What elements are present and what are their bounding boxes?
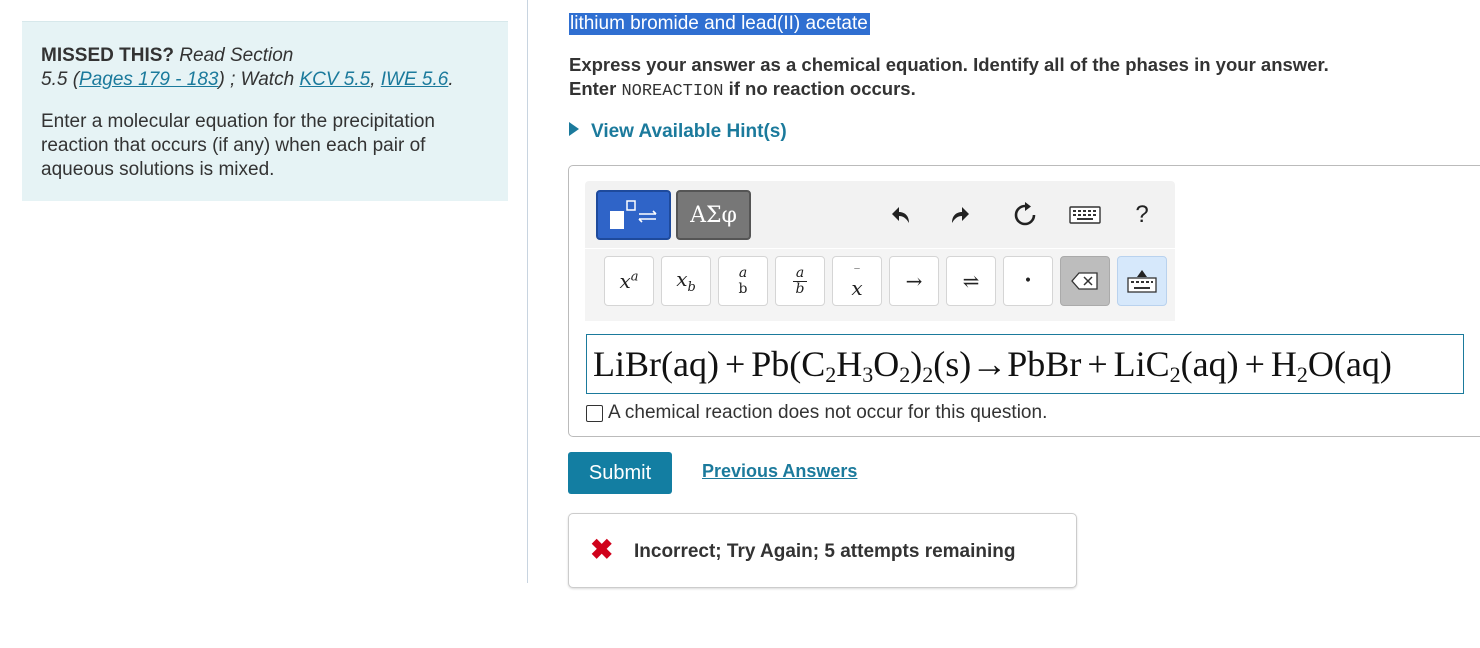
no-reaction-checkbox[interactable] (586, 404, 603, 422)
submit-button[interactable]: Submit (568, 452, 672, 494)
part-title-selected: lithium bromide and lead(II) acetate (569, 13, 870, 35)
instruction-line-2: Enter NOREACTION if no reaction occurs. (569, 77, 1329, 104)
period: . (448, 69, 454, 90)
vector-x: x (851, 276, 863, 300)
pages-link[interactable]: Pages 179 - 183 (79, 69, 218, 90)
show-keyboard-key[interactable] (1117, 256, 1167, 306)
keyboard-icon (1127, 276, 1157, 293)
answer-box: ΑΣφ ? xa xb a b ab ‾ x → ⇌ • LiBr(aq) + … (568, 165, 1480, 437)
caret-up-icon (1137, 269, 1147, 277)
fraction-numerator: a (738, 265, 748, 281)
watch-text: ) ; Watch (218, 69, 295, 90)
reading-references: MISSED THIS? Read Section 5.5 (Pages 179… (41, 44, 490, 92)
answer-instructions: Express your answer as a chemical equati… (569, 53, 1329, 104)
view-hints-toggle[interactable]: View Available Hint(s) (569, 121, 787, 143)
backspace-icon (1071, 272, 1098, 290)
equilibrium-arrow-key[interactable]: ⇌ (946, 256, 996, 306)
equation-input[interactable]: LiBr(aq) + Pb(C2H3O2)2(s)→PbBr + LiC2(aq) + H2… (586, 334, 1464, 394)
fraction-key[interactable]: a b (718, 256, 768, 306)
dot-key[interactable]: • (1003, 256, 1053, 306)
instruction-tail: if no reaction occurs. (728, 78, 916, 99)
kcv-link[interactable]: KCV 5.5 (299, 69, 370, 90)
comma-separator: , (370, 69, 376, 90)
templates-button[interactable] (596, 190, 671, 240)
no-reaction-label: A chemical reaction does not occur for t… (608, 402, 1048, 423)
stacked-fraction-key[interactable]: ab (775, 256, 825, 306)
greek-symbols-button[interactable]: ΑΣφ (676, 190, 751, 240)
instruction-line-1: Express your answer as a chemical equati… (569, 54, 1329, 75)
feedback-message: ✖ Incorrect; Try Again; 5 attempts remai… (568, 513, 1077, 588)
info-panel: MISSED THIS? Read Section 5.5 (Pages 179… (22, 21, 508, 201)
undo-icon[interactable] (885, 198, 919, 232)
feedback-text: Incorrect; Try Again; 5 attempts remaini… (634, 541, 1016, 562)
templates-icon (609, 200, 657, 229)
iwe-link[interactable]: IWE 5.6 (381, 69, 449, 90)
read-section-text: Read Section (179, 45, 294, 66)
keyboard-shortcuts-icon[interactable] (1065, 198, 1105, 232)
noreaction-keyword: NOREACTION (621, 82, 724, 101)
enter-word: Enter (569, 78, 617, 99)
backspace-key[interactable] (1060, 256, 1110, 306)
redo-icon[interactable] (942, 198, 976, 232)
help-button[interactable]: ? (1125, 198, 1159, 232)
reaction-arrow-key[interactable]: → (889, 256, 939, 306)
reset-icon[interactable] (1008, 198, 1042, 232)
incorrect-x-icon: ✖ (590, 534, 614, 565)
missed-this-label: MISSED THIS? (41, 45, 175, 66)
column-divider (527, 0, 528, 583)
previous-answers-link[interactable]: Previous Answers (702, 461, 857, 482)
no-reaction-option[interactable]: A chemical reaction does not occur for t… (586, 402, 1047, 424)
section-prefix: 5.5 ( (41, 69, 80, 90)
problem-instructions: Enter a molecular equation for the preci… (41, 111, 435, 180)
expand-triangle-icon (569, 122, 579, 136)
subscript-key[interactable]: xb (661, 256, 711, 306)
hint-label: View Available Hint(s) (591, 121, 787, 142)
fraction-denominator: b (738, 281, 748, 297)
superscript-key[interactable]: xa (604, 256, 654, 306)
vector-key[interactable]: ‾ x (832, 256, 882, 306)
math-toolbar: ΑΣφ ? xa xb a b ab ‾ x → ⇌ • (585, 181, 1175, 321)
